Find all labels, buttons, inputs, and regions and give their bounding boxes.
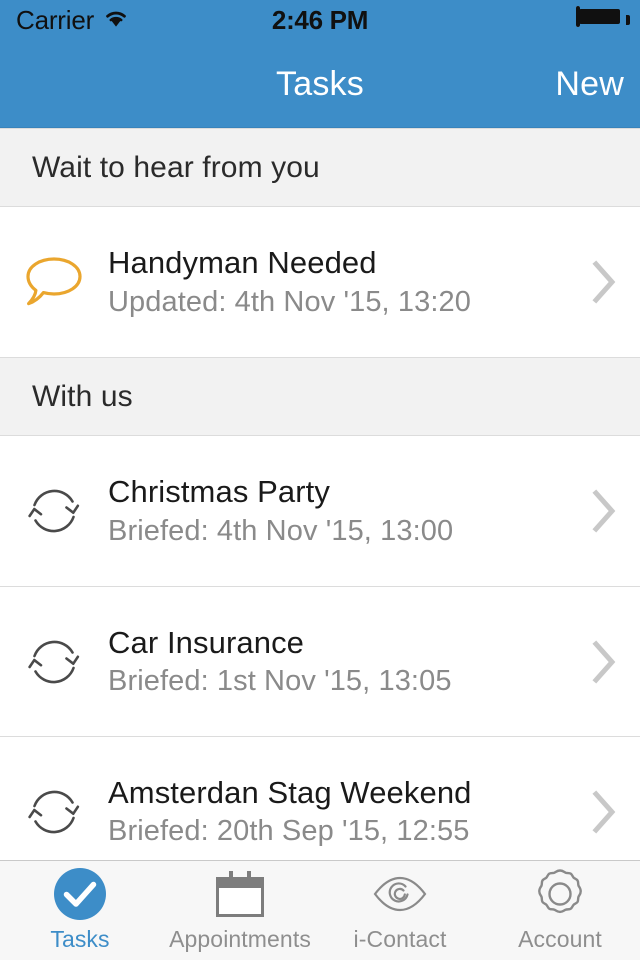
row-text-group: Handyman Needed Updated: 4th Nov '15, 13…	[108, 245, 568, 318]
new-task-button[interactable]: New	[555, 65, 624, 104]
section-header-label: Wait to hear from you	[32, 150, 320, 184]
chevron-right-icon[interactable]	[568, 260, 640, 304]
status-bar: Carrier 2:46 PM	[0, 0, 640, 40]
task-title: Christmas Party	[108, 474, 330, 509]
tab-label-i-contact: i-Contact	[353, 926, 447, 952]
tab-i-contact[interactable]: i-Contact	[320, 861, 480, 960]
section-header-with-us: With us	[0, 357, 640, 436]
chevron-right-icon[interactable]	[568, 789, 640, 834]
status-bar-right	[576, 6, 630, 32]
task-subtitle: Briefed: 20th Sep '15, 12:55	[108, 815, 470, 848]
sync-arrows-icon	[0, 587, 108, 736]
tab-label-tasks: Tasks	[50, 926, 110, 952]
row-text-group: Christmas Party Briefed: 4th Nov '15, 13…	[108, 474, 568, 547]
page-title: Tasks	[276, 64, 364, 103]
tab-appointments[interactable]: Appointments	[160, 861, 320, 960]
calendar-icon	[216, 868, 264, 920]
task-list[interactable]: Wait to hear from you Handyman Needed Up…	[0, 128, 640, 860]
sync-arrows-icon	[0, 436, 108, 586]
task-subtitle: Briefed: 1st Nov '15, 13:05	[108, 665, 452, 698]
row-text-group: Car Insurance Briefed: 1st Nov '15, 13:0…	[108, 624, 568, 698]
task-subtitle: Updated: 4th Nov '15, 13:20	[108, 285, 471, 318]
task-title: Handyman Needed	[108, 245, 377, 280]
tab-tasks[interactable]: Tasks	[0, 861, 160, 960]
sync-arrows-icon	[0, 737, 108, 860]
speech-bubble-icon	[0, 207, 108, 357]
eye-icon	[372, 868, 428, 920]
task-subtitle: Briefed: 4th Nov '15, 13:00	[108, 514, 454, 547]
app-screen: Carrier 2:46 PM Tasks New Wait to hear f…	[0, 0, 640, 960]
section-header-label: With us	[32, 379, 133, 413]
status-bar-time: 2:46 PM	[271, 4, 369, 35]
section-header-wait-to-hear: Wait to hear from you	[0, 128, 640, 207]
table-row[interactable]: Christmas Party Briefed: 4th Nov '15, 13…	[0, 436, 640, 586]
table-row[interactable]: Car Insurance Briefed: 1st Nov '15, 13:0…	[0, 586, 640, 736]
row-text-group: Amsterdan Stag Weekend Briefed: 20th Sep…	[108, 774, 568, 848]
tab-account[interactable]: Account	[480, 861, 640, 960]
check-circle-icon	[53, 868, 107, 920]
task-title: Car Insurance	[108, 624, 305, 660]
tab-label-account: Account	[518, 926, 602, 952]
table-row[interactable]: Amsterdan Stag Weekend Briefed: 20th Sep…	[0, 736, 640, 860]
gear-icon	[533, 868, 587, 920]
battery-full-icon	[576, 6, 630, 32]
table-row[interactable]: Handyman Needed Updated: 4th Nov '15, 13…	[0, 207, 640, 357]
tab-bar: Tasks Appointments i-Contact Account	[0, 860, 640, 960]
task-title: Amsterdan Stag Weekend	[108, 774, 472, 810]
navigation-bar: Tasks New	[0, 40, 640, 128]
chevron-right-icon[interactable]	[568, 639, 640, 684]
tab-label-appointments: Appointments	[169, 926, 311, 952]
chevron-right-icon[interactable]	[568, 489, 640, 533]
